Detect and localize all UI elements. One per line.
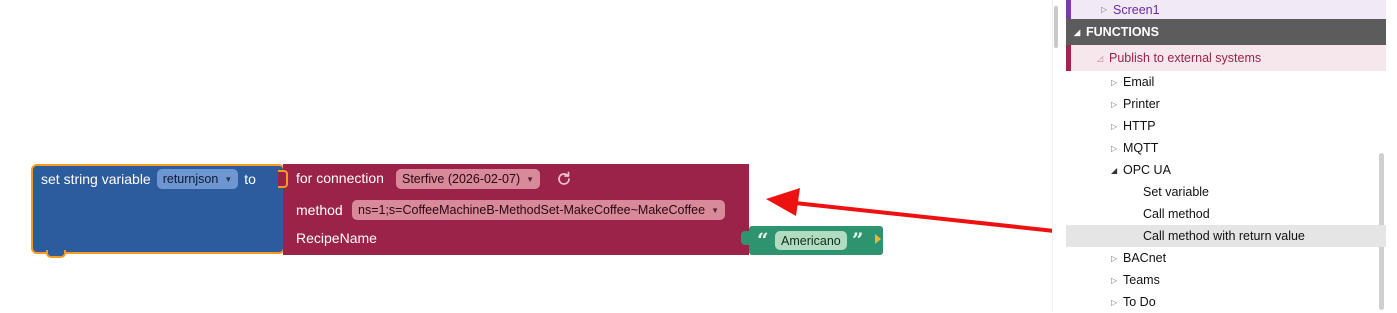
tree-item-label: Publish to external systems: [1109, 51, 1262, 65]
tree-item-http[interactable]: ▷ HTTP: [1066, 115, 1386, 137]
tree-item-set-variable[interactable]: Set variable: [1066, 181, 1386, 203]
refresh-icon[interactable]: [556, 171, 572, 187]
tree-item-todo[interactable]: ▷ To Do: [1066, 291, 1386, 313]
method-dropdown-value: ns=1;s=CoffeeMachineB-MethodSet-MakeCoff…: [358, 203, 706, 217]
toolbox-scrollbar-thumb[interactable]: [1054, 6, 1058, 48]
tree-item-label: Screen1: [1113, 2, 1160, 17]
block-end-connector-icon: [875, 234, 881, 244]
tree-item-label: Email: [1123, 75, 1155, 89]
section-title: FUNCTIONS: [1086, 25, 1159, 39]
block-next-connector: [46, 250, 66, 258]
open-quote-icon: “: [757, 228, 769, 252]
tree-item-opcua[interactable]: ◢ OPC UA: [1066, 159, 1386, 181]
tree-item-label: Set variable: [1143, 185, 1210, 199]
tree-item-label: BACnet: [1123, 251, 1167, 265]
dropdown-arrow-icon: ▼: [711, 205, 720, 215]
tree-item-call-method-with-return-value[interactable]: Call method with return value: [1066, 225, 1386, 247]
expand-triangle-icon: ▷: [1111, 121, 1118, 131]
text-value-field[interactable]: Americano: [775, 231, 847, 250]
dropdown-arrow-icon: ▼: [224, 174, 233, 184]
dropdown-arrow-icon: ▼: [526, 174, 535, 184]
tree-item-label: Call method with return value: [1143, 229, 1305, 243]
functions-section-header[interactable]: ◢ FUNCTIONS: [1066, 19, 1386, 45]
tree-item-label: To Do: [1123, 295, 1156, 309]
tree-item-publish-external[interactable]: ◿ Publish to external systems: [1066, 45, 1386, 71]
expand-triangle-icon: ▷: [1111, 253, 1118, 263]
method-label: method: [296, 202, 343, 218]
set-block-row: set string variable returnjson ▼ to: [41, 168, 256, 190]
expand-triangle-icon: ▷: [1111, 99, 1118, 109]
collapse-triangle-icon: ◢: [1074, 27, 1081, 37]
tree-item-bacnet[interactable]: ▷ BACnet: [1066, 247, 1386, 269]
variable-dropdown[interactable]: returnjson ▼: [156, 169, 239, 189]
blocks-workspace[interactable]: set string variable returnjson ▼ to for …: [0, 0, 1103, 312]
set-block-to-label: to: [244, 171, 256, 187]
recipe-name-label: RecipeName: [296, 230, 377, 246]
tree-item-screen1[interactable]: ▷ Screen1: [1066, 0, 1386, 19]
tree-item-label: MQTT: [1123, 141, 1159, 155]
tree-item-mqtt[interactable]: ▷ MQTT: [1066, 137, 1386, 159]
tree-item-teams[interactable]: ▷ Teams: [1066, 269, 1386, 291]
tree-item-printer[interactable]: ▷ Printer: [1066, 93, 1386, 115]
collapse-triangle-icon: ◢: [1111, 165, 1118, 175]
collapse-triangle-icon: ◿: [1097, 53, 1104, 63]
variable-dropdown-value: returnjson: [162, 172, 219, 186]
expand-triangle-icon: ▷: [1111, 275, 1118, 285]
set-block-label: set string variable: [41, 171, 151, 187]
tree-item-label: HTTP: [1123, 119, 1156, 133]
tree-item-email[interactable]: ▷ Email: [1066, 71, 1386, 93]
expand-triangle-icon: ▷: [1111, 143, 1118, 153]
connection-dropdown-value: Sterfive (2026-02-07): [402, 172, 521, 186]
tree-item-call-method[interactable]: Call method: [1066, 203, 1386, 225]
tree-item-label: OPC UA: [1123, 163, 1171, 177]
expand-triangle-icon: ▷: [1111, 77, 1118, 87]
tree-item-label: Printer: [1123, 97, 1160, 111]
connection-label: for connection: [296, 170, 384, 186]
expand-triangle-icon: ▷: [1111, 297, 1118, 307]
expand-triangle-icon: ▷: [1101, 5, 1108, 14]
tree-item-label: Call method: [1143, 207, 1210, 221]
block-output-connector: [278, 170, 288, 188]
method-dropdown[interactable]: ns=1;s=CoffeeMachineB-MethodSet-MakeCoff…: [352, 200, 726, 220]
close-quote-icon: ”: [852, 228, 864, 252]
tree-item-label: Teams: [1123, 273, 1160, 287]
connection-dropdown[interactable]: Sterfive (2026-02-07) ▼: [396, 169, 541, 189]
